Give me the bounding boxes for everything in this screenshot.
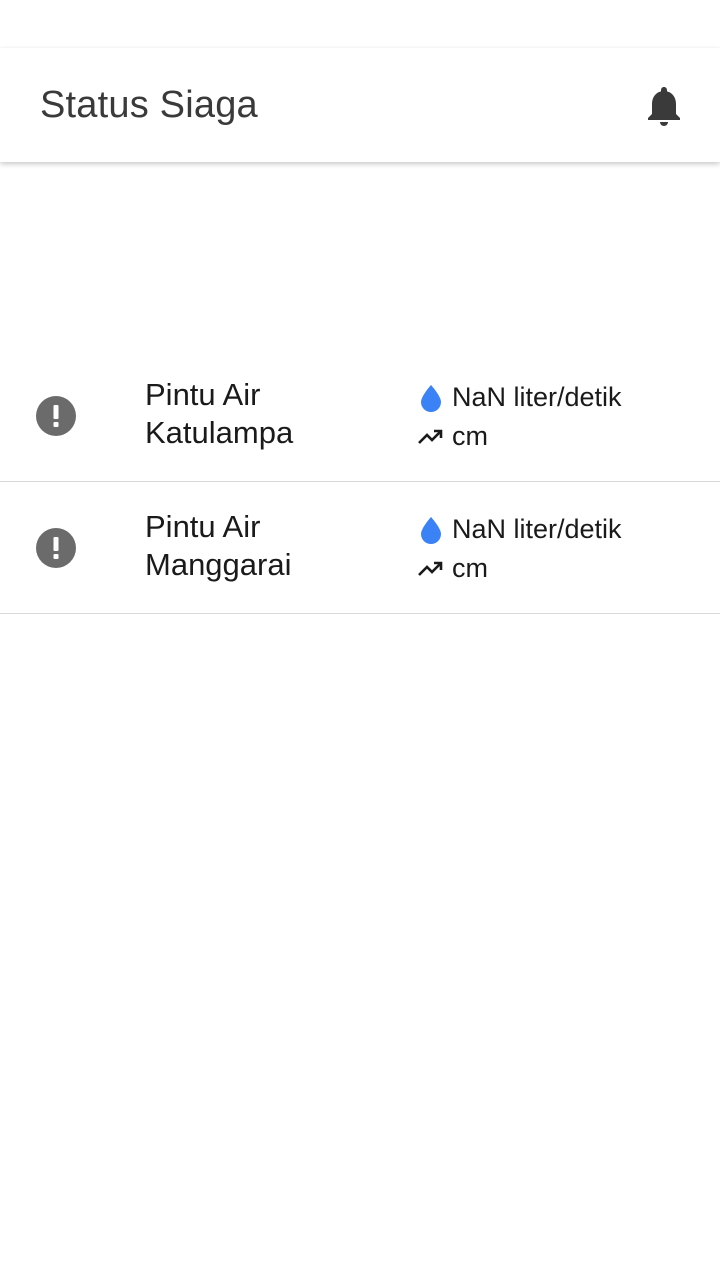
water-drop-icon — [417, 516, 445, 544]
station-metrics: NaN liter/detik cm — [417, 378, 707, 456]
water-drop-icon — [417, 384, 445, 412]
app-bar: Status Siaga — [0, 48, 720, 162]
level-value: cm — [452, 553, 488, 583]
list-item[interactable]: Pintu Air Katulampa NaN liter/detik cm — [0, 350, 720, 482]
flow-metric: NaN liter/detik — [417, 378, 707, 417]
alert-circle-icon — [36, 528, 76, 568]
trending-up-icon — [417, 555, 445, 583]
level-metric: cm — [417, 549, 707, 588]
flow-value: NaN liter/detik — [452, 382, 622, 412]
bell-icon[interactable] — [640, 82, 688, 130]
list-item[interactable]: Pintu Air Manggarai NaN liter/detik cm — [0, 482, 720, 614]
station-metrics: NaN liter/detik cm — [417, 510, 707, 588]
station-list: Pintu Air Katulampa NaN liter/detik cm P… — [0, 350, 720, 614]
flow-value: NaN liter/detik — [452, 514, 622, 544]
page-title: Status Siaga — [40, 84, 258, 126]
app-screen: Status Siaga Pintu Air Katulampa NaN lit… — [0, 0, 720, 1280]
level-value: cm — [452, 421, 488, 451]
station-name: Pintu Air Katulampa — [145, 377, 294, 450]
alert-circle-icon — [36, 396, 76, 436]
status-bar — [0, 0, 720, 48]
level-metric: cm — [417, 417, 707, 456]
station-name: Pintu Air Manggarai — [145, 509, 292, 582]
flow-metric: NaN liter/detik — [417, 510, 707, 549]
trending-up-icon — [417, 423, 445, 451]
